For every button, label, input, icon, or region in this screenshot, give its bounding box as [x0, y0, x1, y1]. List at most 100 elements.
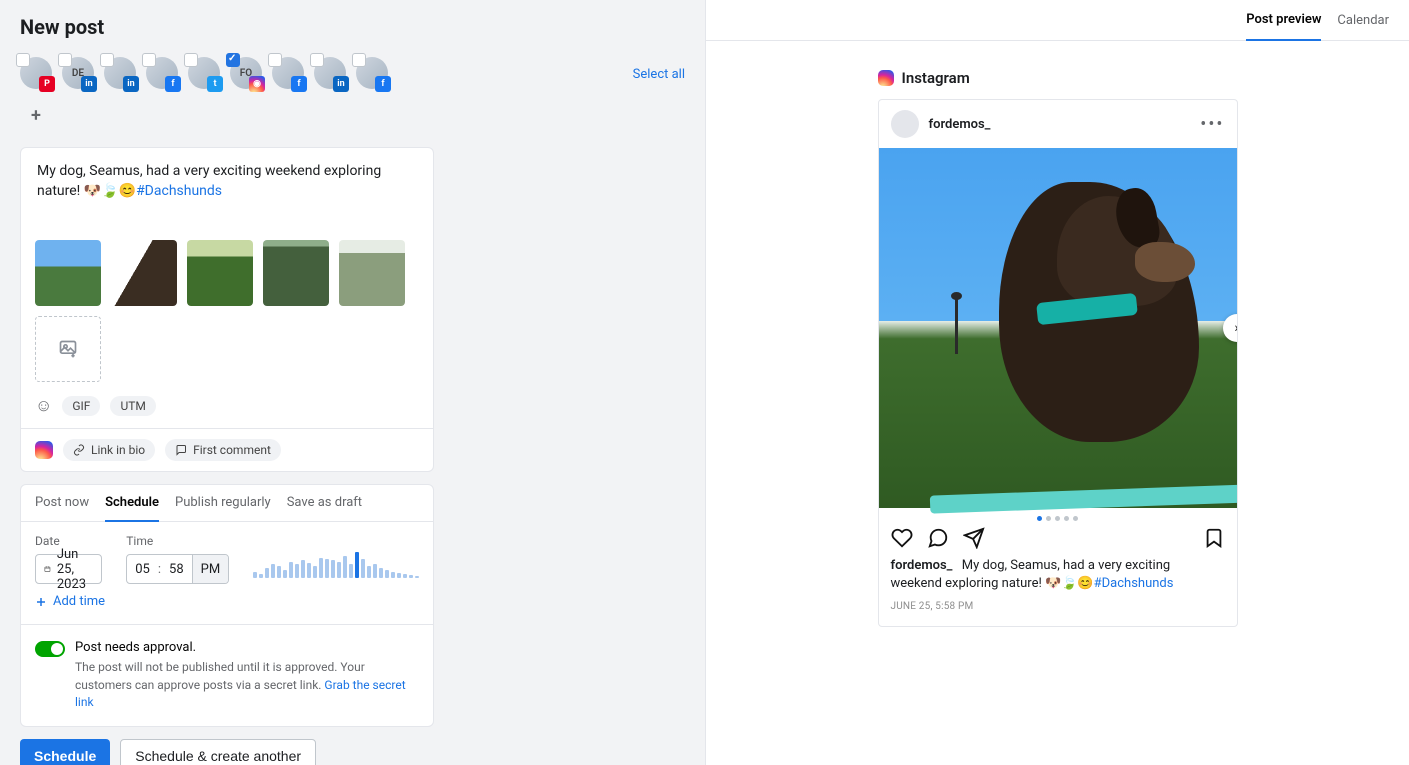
- composer-card: My dog, Seamus, had a very exciting week…: [20, 147, 434, 472]
- ig-network-icon: ◉: [249, 76, 265, 92]
- traffic-bar: [307, 563, 311, 578]
- traffic-bar: [349, 564, 353, 578]
- approval-toggle[interactable]: [35, 641, 65, 657]
- traffic-bar: [403, 574, 407, 578]
- caption-username: fordemos_: [891, 558, 953, 573]
- add-media-button[interactable]: [35, 316, 101, 382]
- tw-network-icon: t: [207, 76, 223, 92]
- tab-post-now[interactable]: Post now: [35, 485, 89, 521]
- account-checkbox[interactable]: [310, 53, 324, 67]
- account-avatar-3[interactable]: f: [146, 57, 178, 89]
- account-avatar-4[interactable]: t: [188, 57, 220, 89]
- time-ampm[interactable]: PM: [192, 555, 229, 583]
- traffic-bar: [313, 566, 317, 578]
- traffic-bar: [271, 564, 275, 578]
- media-thumb-2[interactable]: [111, 240, 177, 306]
- account-checkbox[interactable]: [184, 53, 198, 67]
- preview-username: fordemos_: [929, 117, 991, 132]
- add-account-button[interactable]: +: [20, 99, 52, 131]
- comment-icon: [175, 444, 187, 456]
- time-input[interactable]: 05 : 58 PM: [126, 554, 229, 584]
- time-label: Time: [126, 534, 229, 548]
- emoji-picker-button[interactable]: ☺: [35, 396, 52, 416]
- account-checkbox[interactable]: [268, 53, 282, 67]
- traffic-bar: [379, 568, 383, 578]
- utm-chip[interactable]: UTM: [110, 396, 155, 416]
- account-avatar-5[interactable]: FO◉: [230, 57, 262, 89]
- account-avatar-0[interactable]: P: [20, 57, 52, 89]
- preview-caption: fordemos_ My dog, Seamus, had a very exc…: [879, 553, 1237, 597]
- add-time-button[interactable]: Add time: [35, 594, 105, 609]
- instagram-icon: [35, 441, 53, 459]
- comment-icon[interactable]: [927, 527, 949, 549]
- account-checkbox[interactable]: [226, 53, 240, 67]
- carousel-dot[interactable]: [1046, 516, 1051, 521]
- traffic-bar: [253, 572, 257, 578]
- link-icon: [73, 444, 85, 456]
- traffic-bar: [409, 575, 413, 578]
- carousel-dot[interactable]: [1037, 516, 1042, 521]
- traffic-bar: [319, 558, 323, 578]
- time-hours[interactable]: 05: [127, 562, 158, 577]
- plus-icon: [35, 596, 47, 608]
- media-thumb-1[interactable]: [35, 240, 101, 306]
- preview-image: ›: [879, 148, 1237, 508]
- schedule-card: Post now Schedule Publish regularly Save…: [20, 484, 434, 727]
- traffic-bar: [391, 572, 395, 578]
- account-avatar-8[interactable]: f: [356, 57, 388, 89]
- account-checkbox[interactable]: [352, 53, 366, 67]
- carousel-dot[interactable]: [1073, 516, 1078, 521]
- account-avatar-7[interactable]: in: [314, 57, 346, 89]
- traffic-bar: [397, 573, 401, 578]
- gif-chip[interactable]: GIF: [62, 396, 100, 416]
- media-thumb-3[interactable]: [187, 240, 253, 306]
- first-comment-button[interactable]: First comment: [165, 439, 281, 461]
- account-checkbox[interactable]: [16, 53, 30, 67]
- traffic-bar: [289, 562, 293, 578]
- caption-hashtag[interactable]: #Dachshunds: [1094, 576, 1174, 591]
- carousel-dot[interactable]: [1055, 516, 1060, 521]
- account-avatar-2[interactable]: in: [104, 57, 136, 89]
- next-slide-button[interactable]: ›: [1223, 314, 1238, 342]
- calendar-icon: [44, 562, 51, 576]
- account-avatar-1[interactable]: DEin: [62, 57, 94, 89]
- tab-post-preview[interactable]: Post preview: [1246, 0, 1321, 41]
- tab-save-draft[interactable]: Save as draft: [287, 485, 362, 521]
- media-thumb-4[interactable]: [263, 240, 329, 306]
- account-avatar-6[interactable]: f: [272, 57, 304, 89]
- account-checkbox[interactable]: [142, 53, 156, 67]
- date-input[interactable]: Jun 25, 2023: [35, 554, 102, 584]
- time-minutes[interactable]: 58: [161, 562, 192, 577]
- link-in-bio-label: Link in bio: [91, 443, 145, 457]
- tab-schedule[interactable]: Schedule: [105, 485, 159, 522]
- schedule-tabs: Post now Schedule Publish regularly Save…: [21, 485, 433, 522]
- account-checkbox[interactable]: [58, 53, 72, 67]
- traffic-bar: [385, 570, 389, 578]
- traffic-bar: [355, 552, 359, 578]
- bookmark-icon[interactable]: [1203, 527, 1225, 549]
- li-network-icon: in: [333, 76, 349, 92]
- more-icon[interactable]: •••: [1200, 114, 1224, 135]
- carousel-dot[interactable]: [1064, 516, 1069, 521]
- pi-network-icon: P: [39, 76, 55, 92]
- account-checkbox[interactable]: [100, 53, 114, 67]
- add-image-icon: [58, 339, 78, 359]
- post-hashtag[interactable]: #Dachshunds: [136, 183, 222, 199]
- select-all-link[interactable]: Select all: [633, 57, 685, 82]
- post-text-area[interactable]: My dog, Seamus, had a very exciting week…: [21, 148, 433, 232]
- share-icon[interactable]: [963, 527, 985, 549]
- media-grid: [21, 232, 433, 390]
- avatar: [891, 110, 919, 138]
- media-thumb-5[interactable]: [339, 240, 405, 306]
- tab-publish-regularly[interactable]: Publish regularly: [175, 485, 271, 521]
- like-icon[interactable]: [891, 527, 913, 549]
- li-network-icon: in: [81, 76, 97, 92]
- tab-calendar[interactable]: Calendar: [1337, 1, 1389, 40]
- li-network-icon: in: [123, 76, 139, 92]
- traffic-bar: [331, 560, 335, 578]
- schedule-another-button[interactable]: Schedule & create another: [120, 739, 316, 765]
- link-in-bio-button[interactable]: Link in bio: [63, 439, 155, 461]
- traffic-bar: [283, 570, 287, 578]
- schedule-button[interactable]: Schedule: [20, 739, 110, 765]
- traffic-bar: [367, 566, 371, 578]
